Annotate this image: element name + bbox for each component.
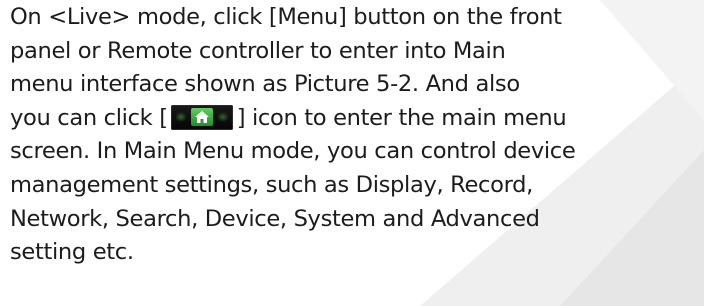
paragraph-line-7: Network, Search, Device, System and Adva… — [10, 205, 540, 232]
house-glyph-icon — [194, 110, 209, 123]
paragraph-line-4-start: you can click [ — [10, 104, 168, 131]
instruction-paragraph: On <Live> mode, click [Menu] button on t… — [10, 1, 700, 270]
icon-glow-left — [174, 111, 187, 122]
paragraph-line-4-end: ] icon to enter the main menu — [236, 104, 567, 131]
paragraph-line-6: management settings, such as Display, Re… — [10, 171, 533, 198]
paragraph-line-5: screen. In Main Menu mode, you can contr… — [10, 138, 576, 165]
paragraph-line-3: menu interface shown as Picture 5-2. And… — [10, 71, 520, 98]
paragraph-line-8: setting etc. — [10, 239, 134, 266]
paragraph-line-4: you can click [ ] icon to enter the main … — [10, 102, 700, 136]
paragraph-line-1: On <Live> mode, click [Menu] button on t… — [10, 4, 562, 30]
paragraph-line-2: panel or Remote controller to enter into… — [10, 37, 506, 64]
home-icon — [170, 104, 233, 130]
icon-glow-right — [216, 111, 229, 122]
